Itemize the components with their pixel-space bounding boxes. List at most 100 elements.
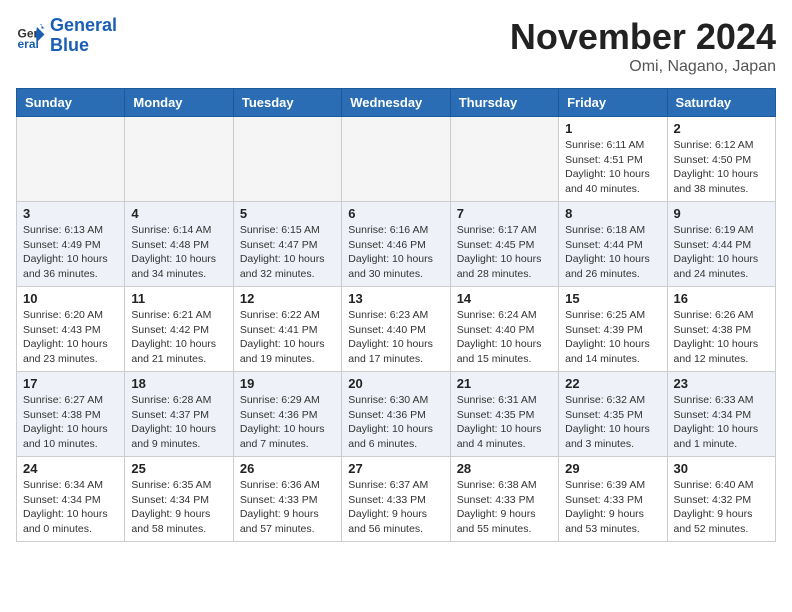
calendar-cell: 24 Sunrise: 6:34 AM Sunset: 4:34 PM Dayli… [17,457,125,542]
day-info: Sunrise: 6:38 AM Sunset: 4:33 PM Dayligh… [457,478,552,537]
weekday-header-row: SundayMondayTuesdayWednesdayThursdayFrid… [17,89,776,117]
day-number: 8 [565,206,660,221]
day-number: 3 [23,206,118,221]
logo-line1: General [50,15,117,35]
logo-line2: Blue [50,35,89,55]
week-row-5: 24 Sunrise: 6:34 AM Sunset: 4:34 PM Dayli… [17,457,776,542]
calendar-cell: 2 Sunrise: 6:12 AM Sunset: 4:50 PM Daylig… [667,117,775,202]
calendar: SundayMondayTuesdayWednesdayThursdayFrid… [16,88,776,542]
calendar-cell: 20 Sunrise: 6:30 AM Sunset: 4:36 PM Dayli… [342,372,450,457]
calendar-cell: 21Sunrise: 6:31 AM Sunset: 4:35 PM Dayli… [450,372,558,457]
calendar-cell [450,117,558,202]
day-number: 27 [348,461,443,476]
day-info: Sunrise: 6:34 AM Sunset: 4:34 PM Dayligh… [23,478,118,537]
calendar-cell: 29Sunrise: 6:39 AM Sunset: 4:33 PM Dayli… [559,457,667,542]
day-number: 24 [23,461,118,476]
day-info: Sunrise: 6:18 AM Sunset: 4:44 PM Dayligh… [565,223,660,282]
day-info: Sunrise: 6:22 AM Sunset: 4:41 PM Dayligh… [240,308,335,367]
day-number: 28 [457,461,552,476]
calendar-cell: 3 Sunrise: 6:13 AM Sunset: 4:49 PM Daylig… [17,202,125,287]
day-info: Sunrise: 6:30 AM Sunset: 4:36 PM Dayligh… [348,393,443,452]
calendar-cell: 6 Sunrise: 6:16 AM Sunset: 4:46 PM Daylig… [342,202,450,287]
calendar-cell: 10 Sunrise: 6:20 AM Sunset: 4:43 PM Dayli… [17,287,125,372]
day-info: Sunrise: 6:31 AM Sunset: 4:35 PM Dayligh… [457,393,552,452]
weekday-header-saturday: Saturday [667,89,775,117]
calendar-cell: 26 Sunrise: 6:36 AM Sunset: 4:33 PM Dayli… [233,457,341,542]
calendar-cell: 22 Sunrise: 6:32 AM Sunset: 4:35 PM Dayli… [559,372,667,457]
calendar-cell: 16 Sunrise: 6:26 AM Sunset: 4:38 PM Dayli… [667,287,775,372]
day-info: Sunrise: 6:35 AM Sunset: 4:34 PM Dayligh… [131,478,226,537]
day-number: 26 [240,461,335,476]
month-title: November 2024 [510,16,776,58]
calendar-cell: 8 Sunrise: 6:18 AM Sunset: 4:44 PM Daylig… [559,202,667,287]
svg-text:eral: eral [18,37,39,51]
day-info: Sunrise: 6:29 AM Sunset: 4:36 PM Dayligh… [240,393,335,452]
day-info: Sunrise: 6:20 AM Sunset: 4:43 PM Dayligh… [23,308,118,367]
logo-icon: Gen eral [16,21,46,51]
calendar-cell: 13 Sunrise: 6:23 AM Sunset: 4:40 PM Dayli… [342,287,450,372]
day-number: 15 [565,291,660,306]
day-info: Sunrise: 6:26 AM Sunset: 4:38 PM Dayligh… [674,308,769,367]
weekday-header-friday: Friday [559,89,667,117]
day-number: 25 [131,461,226,476]
day-info: Sunrise: 6:24 AM Sunset: 4:40 PM Dayligh… [457,308,552,367]
day-info: Sunrise: 6:19 AM Sunset: 4:44 PM Dayligh… [674,223,769,282]
calendar-cell [342,117,450,202]
day-number: 2 [674,121,769,136]
logo-text: General Blue [50,16,117,56]
day-info: Sunrise: 6:16 AM Sunset: 4:46 PM Dayligh… [348,223,443,282]
day-info: Sunrise: 6:12 AM Sunset: 4:50 PM Dayligh… [674,138,769,197]
day-number: 13 [348,291,443,306]
day-number: 5 [240,206,335,221]
day-number: 18 [131,376,226,391]
day-number: 1 [565,121,660,136]
day-info: Sunrise: 6:39 AM Sunset: 4:33 PM Dayligh… [565,478,660,537]
day-number: 11 [131,291,226,306]
location: Omi, Nagano, Japan [510,58,776,76]
calendar-cell: 14 Sunrise: 6:24 AM Sunset: 4:40 PM Dayli… [450,287,558,372]
day-number: 22 [565,376,660,391]
day-number: 9 [674,206,769,221]
day-info: Sunrise: 6:13 AM Sunset: 4:49 PM Dayligh… [23,223,118,282]
calendar-cell: 19Sunrise: 6:29 AM Sunset: 4:36 PM Dayli… [233,372,341,457]
week-row-1: 1Sunrise: 6:11 AM Sunset: 4:51 PM Daylig… [17,117,776,202]
day-number: 4 [131,206,226,221]
title-area: November 2024 Omi, Nagano, Japan [510,16,776,76]
day-info: Sunrise: 6:23 AM Sunset: 4:40 PM Dayligh… [348,308,443,367]
day-number: 10 [23,291,118,306]
calendar-cell: 27 Sunrise: 6:37 AM Sunset: 4:33 PM Dayli… [342,457,450,542]
weekday-header-tuesday: Tuesday [233,89,341,117]
calendar-cell: 5 Sunrise: 6:15 AM Sunset: 4:47 PM Daylig… [233,202,341,287]
day-number: 6 [348,206,443,221]
day-info: Sunrise: 6:25 AM Sunset: 4:39 PM Dayligh… [565,308,660,367]
day-info: Sunrise: 6:17 AM Sunset: 4:45 PM Dayligh… [457,223,552,282]
header: Gen eral General Blue November 2024 Omi,… [16,16,776,76]
day-info: Sunrise: 6:40 AM Sunset: 4:32 PM Dayligh… [674,478,769,537]
day-number: 20 [348,376,443,391]
day-number: 7 [457,206,552,221]
logo: Gen eral General Blue [16,16,117,56]
calendar-cell: 17 Sunrise: 6:27 AM Sunset: 4:38 PM Dayli… [17,372,125,457]
calendar-cell: 1Sunrise: 6:11 AM Sunset: 4:51 PM Daylig… [559,117,667,202]
day-info: Sunrise: 6:27 AM Sunset: 4:38 PM Dayligh… [23,393,118,452]
calendar-cell: 25 Sunrise: 6:35 AM Sunset: 4:34 PM Dayli… [125,457,233,542]
day-number: 14 [457,291,552,306]
weekday-header-sunday: Sunday [17,89,125,117]
day-number: 17 [23,376,118,391]
day-number: 30 [674,461,769,476]
calendar-cell: 4Sunrise: 6:14 AM Sunset: 4:48 PM Daylig… [125,202,233,287]
day-info: Sunrise: 6:32 AM Sunset: 4:35 PM Dayligh… [565,393,660,452]
day-info: Sunrise: 6:15 AM Sunset: 4:47 PM Dayligh… [240,223,335,282]
day-info: Sunrise: 6:37 AM Sunset: 4:33 PM Dayligh… [348,478,443,537]
day-number: 16 [674,291,769,306]
week-row-3: 10 Sunrise: 6:20 AM Sunset: 4:43 PM Dayli… [17,287,776,372]
week-row-2: 3 Sunrise: 6:13 AM Sunset: 4:49 PM Daylig… [17,202,776,287]
calendar-cell [17,117,125,202]
day-info: Sunrise: 6:28 AM Sunset: 4:37 PM Dayligh… [131,393,226,452]
calendar-cell: 28 Sunrise: 6:38 AM Sunset: 4:33 PM Dayli… [450,457,558,542]
calendar-cell: 18 Sunrise: 6:28 AM Sunset: 4:37 PM Dayli… [125,372,233,457]
calendar-cell: 15 Sunrise: 6:25 AM Sunset: 4:39 PM Dayli… [559,287,667,372]
day-number: 12 [240,291,335,306]
day-info: Sunrise: 6:36 AM Sunset: 4:33 PM Dayligh… [240,478,335,537]
calendar-cell: 12 Sunrise: 6:22 AM Sunset: 4:41 PM Dayli… [233,287,341,372]
